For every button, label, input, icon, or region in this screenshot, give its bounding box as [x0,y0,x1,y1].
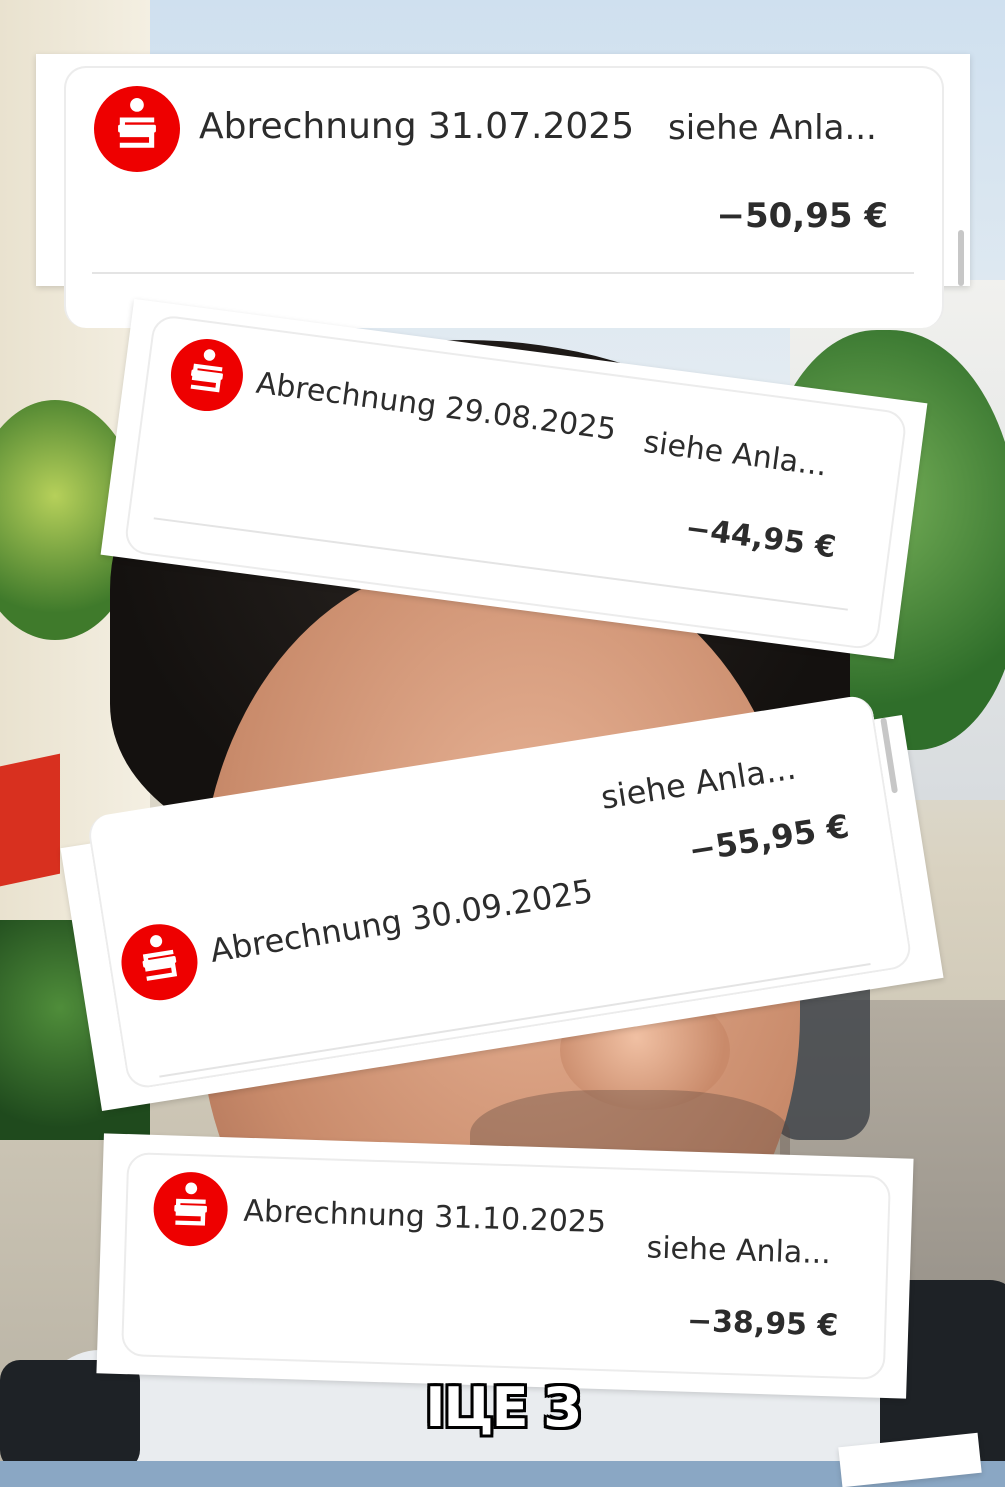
row-divider [92,272,914,274]
transaction-card[interactable]: Abrechnung 31.07.2025 siehe Anla... −50,… [36,54,970,328]
scrollbar[interactable] [958,230,964,286]
transaction-reference: siehe Anla... [646,1230,832,1272]
sparkasse-logo-icon [116,918,203,1006]
transaction-reference: siehe Anla... [641,424,829,484]
transaction-title: Abrechnung 29.08.2025 [254,365,619,448]
sparkasse-logo-icon [94,86,180,172]
transaction-card[interactable]: Abrechnung 31.10.2025 siehe Anla... −38,… [96,1133,914,1399]
transaction-title: Abrechnung 30.09.2025 [207,871,596,970]
video-caption: ІЦЕ З [425,1376,581,1439]
transaction-row[interactable]: Abrechnung 31.07.2025 siehe Anla... −50,… [64,66,944,328]
transaction-amount: −55,95 € [686,806,852,870]
transaction-amount: −50,95 € [716,196,888,236]
transaction-amount: −44,95 € [683,510,839,566]
transaction-row[interactable]: Abrechnung 31.10.2025 siehe Anla... −38,… [120,1152,892,1380]
transaction-reference: siehe Anla... [598,748,799,817]
sparkasse-logo-icon [166,334,248,416]
transaction-amount: −38,95 € [686,1303,839,1344]
transaction-title: Abrechnung 31.07.2025 [199,106,635,147]
sparkasse-logo-icon [152,1170,229,1248]
transaction-title: Abrechnung 31.10.2025 [243,1193,607,1241]
transaction-reference: siehe Anla... [668,108,877,148]
flag [0,753,60,887]
